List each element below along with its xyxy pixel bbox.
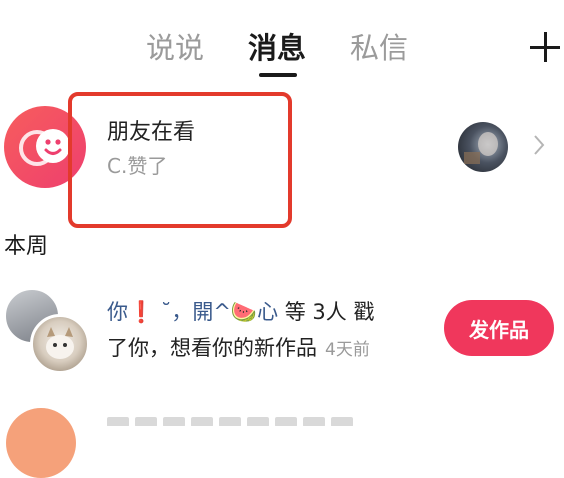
tab-direct-messages[interactable]: 私信 xyxy=(350,28,408,68)
list-item xyxy=(107,412,407,426)
avatar[interactable] xyxy=(30,314,90,374)
avatar[interactable] xyxy=(458,122,508,172)
highlight-box xyxy=(68,92,292,228)
chevron-right-icon[interactable] xyxy=(532,134,546,156)
top-tab-bar: 说说 消息 私信 xyxy=(0,0,564,90)
avatar[interactable] xyxy=(6,408,76,478)
notification-text-line2: 了你，想看你的新作品 4天前 xyxy=(107,332,370,362)
active-tab-indicator xyxy=(259,73,297,77)
notification-names[interactable]: 你❗ ˘，開^🍉心 xyxy=(107,300,278,324)
notification-text[interactable]: 你❗ ˘，開^🍉心 等 3人 戳 xyxy=(107,296,374,326)
tab-messages[interactable]: 消息 xyxy=(248,28,306,68)
post-work-button[interactable]: 发作品 xyxy=(444,300,554,356)
section-title: 本周 xyxy=(4,234,49,259)
notification-text-line2-content: 了你，想看你的新作品 xyxy=(107,336,317,360)
notification-time: 4天前 xyxy=(325,340,370,360)
notification-text-mid: 等 3人 戳 xyxy=(278,300,375,324)
tab-shuoshuo[interactable]: 说说 xyxy=(146,28,204,68)
plus-icon[interactable] xyxy=(528,30,564,66)
